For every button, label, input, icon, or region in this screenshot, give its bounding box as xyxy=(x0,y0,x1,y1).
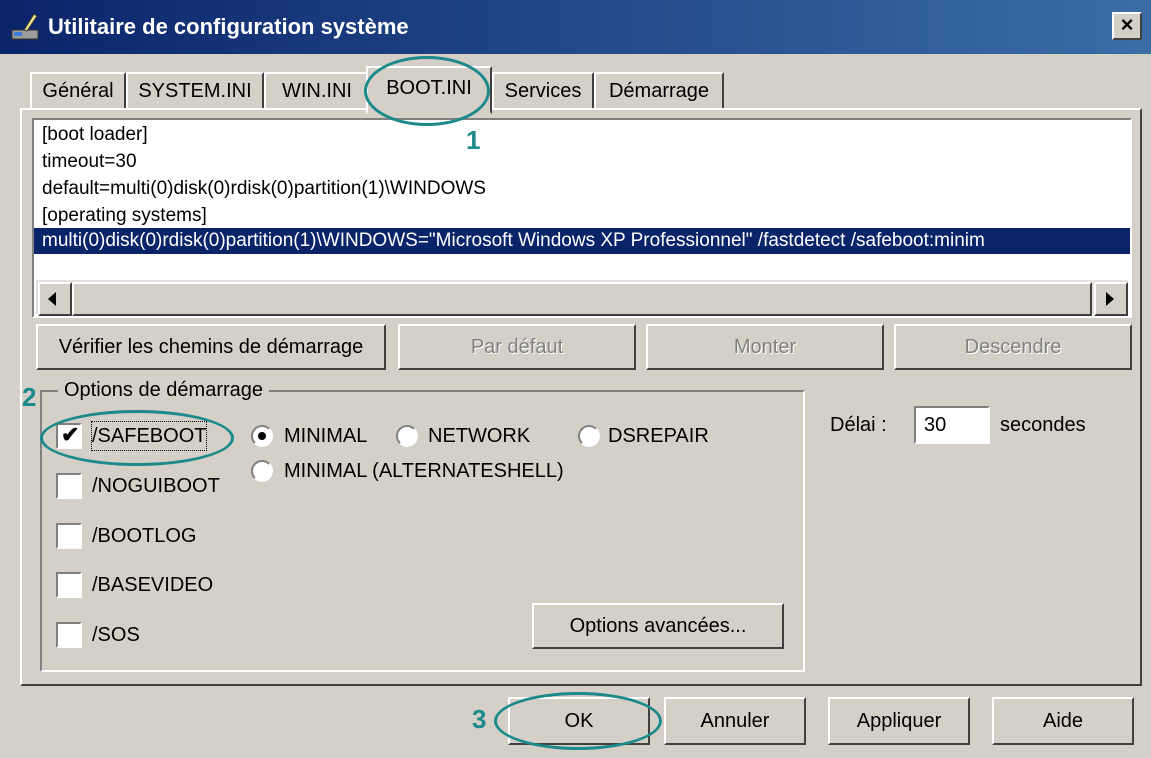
msconfig-app-icon xyxy=(10,12,42,42)
network-label[interactable]: NETWORK xyxy=(428,422,530,450)
minimal-alternateshell-radio[interactable] xyxy=(251,460,273,482)
boot-options-title: Options de démarrage xyxy=(58,376,270,404)
annotation-number-1: 1 xyxy=(466,125,481,155)
delay-unit-label: secondes xyxy=(1000,414,1086,436)
annotation-ellipse-boot-ini-tab xyxy=(364,56,490,126)
arrow-left-icon xyxy=(48,292,56,306)
network-radio[interactable] xyxy=(396,425,418,447)
bootini-line[interactable]: timeout=30 xyxy=(42,149,137,175)
annotation-ellipse-safeboot xyxy=(40,410,234,466)
sos-checkbox[interactable] xyxy=(56,622,82,648)
advanced-options-button[interactable]: Options avancées... xyxy=(532,603,784,649)
tab-services[interactable]: Services xyxy=(492,72,594,110)
dsrepair-label[interactable]: DSREPAIR xyxy=(608,422,709,450)
annotation-number-3: 3 xyxy=(472,704,487,734)
arrow-right-icon xyxy=(1106,292,1114,306)
minimal-label[interactable]: MINIMAL xyxy=(284,422,367,450)
tab-win-ini[interactable]: WIN.INI xyxy=(264,72,370,110)
noguiboot-checkbox[interactable] xyxy=(56,473,82,499)
apply-button[interactable]: Appliquer xyxy=(828,697,970,745)
window-title: Utilitaire de configuration système xyxy=(48,14,409,39)
annotation-ellipse-ok-button xyxy=(494,692,662,750)
bootlog-label[interactable]: /BOOTLOG xyxy=(92,522,196,550)
bootini-line[interactable]: default=multi(0)disk(0)rdisk(0)partition… xyxy=(42,176,486,202)
minimal-alternateshell-label[interactable]: MINIMAL (ALTERNATESHELL) xyxy=(284,457,564,485)
noguiboot-label[interactable]: /NOGUIBOOT xyxy=(92,472,220,500)
bootini-line-selected[interactable]: multi(0)disk(0)rdisk(0)partition(1)\WIND… xyxy=(34,228,1130,254)
scroll-thumb[interactable] xyxy=(72,282,1092,316)
annotation-number-2: 2 xyxy=(22,382,37,412)
basevideo-checkbox[interactable] xyxy=(56,572,82,598)
delay-label: Délai : xyxy=(830,414,887,436)
tab-system-ini[interactable]: SYSTEM.INI xyxy=(126,72,264,110)
minimal-radio[interactable] xyxy=(251,425,273,447)
bootini-line[interactable]: [boot loader] xyxy=(42,122,148,148)
help-button[interactable]: Aide xyxy=(992,697,1134,745)
delay-input[interactable] xyxy=(914,406,990,444)
close-icon: × xyxy=(1120,12,1134,37)
default-button[interactable]: Par défaut xyxy=(398,324,636,370)
bootlog-checkbox[interactable] xyxy=(56,523,82,549)
tab-general[interactable]: Général xyxy=(30,72,126,110)
radio-selected-dot xyxy=(258,432,266,440)
tab-demarrage[interactable]: Démarrage xyxy=(594,72,724,110)
close-button[interactable]: × xyxy=(1112,12,1142,40)
scroll-right-button[interactable] xyxy=(1094,282,1128,316)
move-down-button[interactable]: Descendre xyxy=(894,324,1132,370)
basevideo-label[interactable]: /BASEVIDEO xyxy=(92,571,213,599)
sos-label[interactable]: /SOS xyxy=(92,621,140,649)
dsrepair-radio[interactable] xyxy=(578,425,600,447)
bootini-line[interactable]: [operating systems] xyxy=(42,203,207,229)
cancel-button[interactable]: Annuler xyxy=(664,697,806,745)
horizontal-scrollbar[interactable] xyxy=(36,280,1128,316)
scroll-left-button[interactable] xyxy=(38,282,72,316)
check-boot-paths-button[interactable]: Vérifier les chemins de démarrage xyxy=(36,324,386,370)
move-up-button[interactable]: Monter xyxy=(646,324,884,370)
